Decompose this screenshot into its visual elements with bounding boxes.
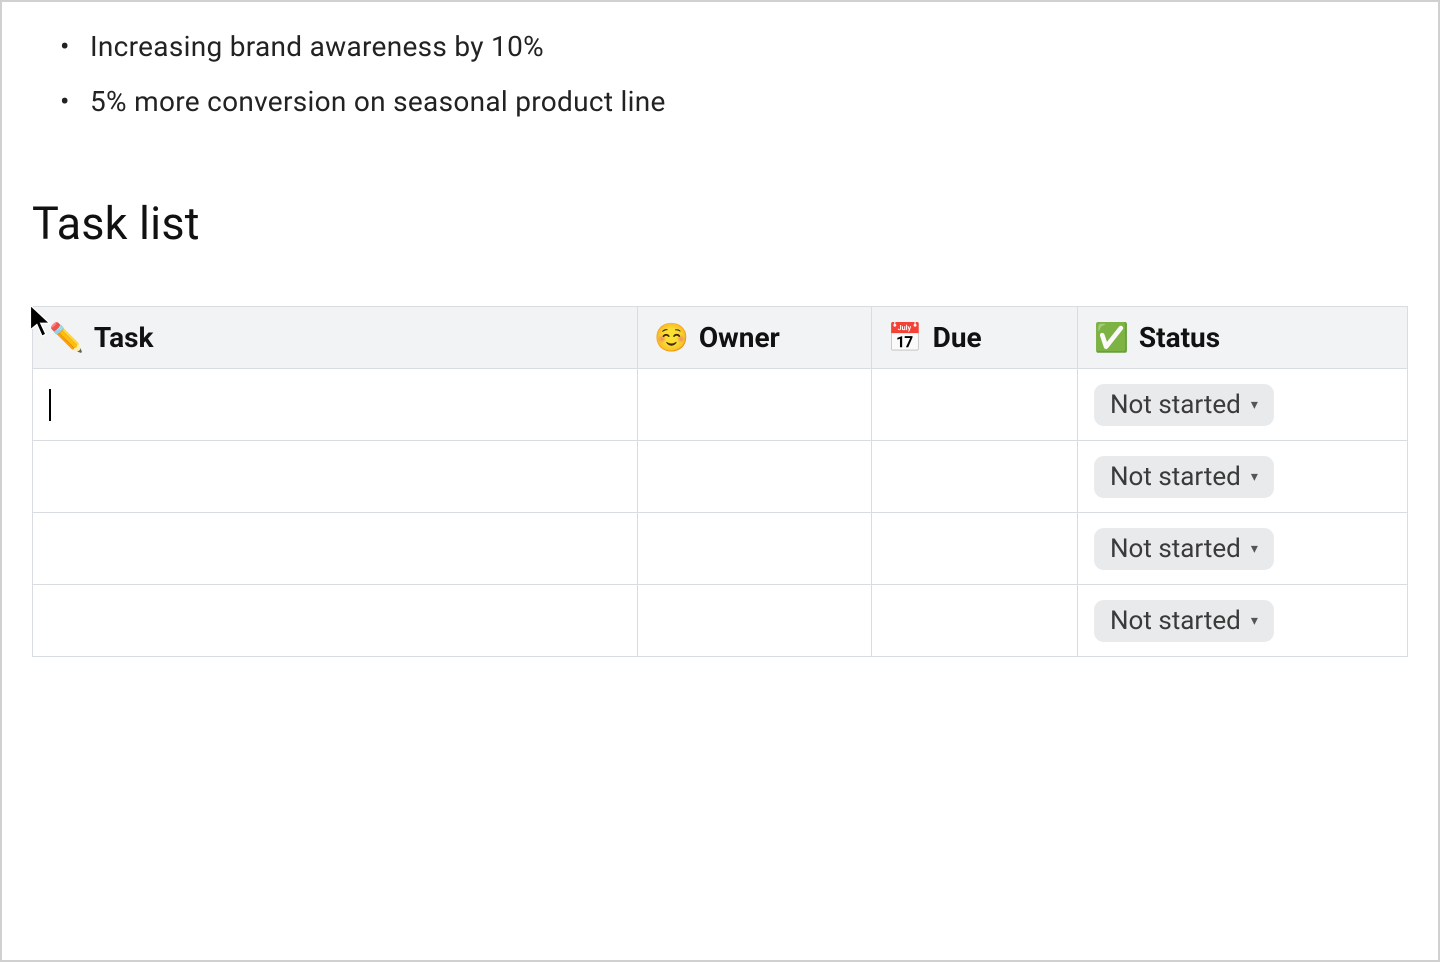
due-cell[interactable] <box>871 369 1077 441</box>
chevron-down-icon: ▾ <box>1251 613 1258 629</box>
goal-bullet-list[interactable]: Increasing brand awareness by 10%5% more… <box>60 20 1408 129</box>
table-row: Not started ▾ <box>33 513 1408 585</box>
col-header-owner: ☺️ Owner <box>638 307 872 369</box>
checkmark-icon: ✅ <box>1094 321 1129 354</box>
pencil-icon: ✏️ <box>49 321 84 354</box>
section-title-task-list: Task list <box>32 197 1408 250</box>
col-header-task: ✏️ Task <box>33 307 638 369</box>
owner-cell[interactable] <box>638 585 872 657</box>
col-header-due: 📅 Due <box>871 307 1077 369</box>
chevron-down-icon: ▾ <box>1251 469 1258 485</box>
col-header-due-label: Due <box>933 321 982 354</box>
col-header-status-label: Status <box>1139 321 1220 354</box>
status-cell: Not started ▾ <box>1078 441 1408 513</box>
task-table: ✏️ Task ☺️ Owner 📅 Due <box>32 306 1408 657</box>
task-cell[interactable] <box>33 441 638 513</box>
due-cell[interactable] <box>871 441 1077 513</box>
status-dropdown[interactable]: Not started ▾ <box>1094 600 1274 642</box>
due-cell[interactable] <box>871 585 1077 657</box>
status-label: Not started <box>1110 534 1241 564</box>
status-dropdown[interactable]: Not started ▾ <box>1094 384 1274 426</box>
goal-bullet-item[interactable]: 5% more conversion on seasonal product l… <box>60 75 1408 130</box>
table-row: Not started ▾ <box>33 369 1408 441</box>
status-label: Not started <box>1110 606 1241 636</box>
col-header-owner-label: Owner <box>699 321 780 354</box>
calendar-icon: 📅 <box>888 321 923 354</box>
owner-cell[interactable] <box>638 369 872 441</box>
status-cell: Not started ▾ <box>1078 585 1408 657</box>
due-cell[interactable] <box>871 513 1077 585</box>
smile-icon: ☺️ <box>654 321 689 354</box>
chevron-down-icon: ▾ <box>1251 397 1258 413</box>
task-cell[interactable] <box>33 513 638 585</box>
owner-cell[interactable] <box>638 513 872 585</box>
table-row: Not started ▾ <box>33 441 1408 513</box>
task-cell[interactable] <box>33 585 638 657</box>
chevron-down-icon: ▾ <box>1251 541 1258 557</box>
status-label: Not started <box>1110 390 1241 420</box>
status-cell: Not started ▾ <box>1078 513 1408 585</box>
text-cursor <box>49 389 51 421</box>
status-dropdown[interactable]: Not started ▾ <box>1094 456 1274 498</box>
status-cell: Not started ▾ <box>1078 369 1408 441</box>
status-label: Not started <box>1110 462 1241 492</box>
status-dropdown[interactable]: Not started ▾ <box>1094 528 1274 570</box>
col-header-task-label: Task <box>94 321 154 354</box>
task-cell[interactable] <box>33 369 638 441</box>
table-row: Not started ▾ <box>33 585 1408 657</box>
goal-bullet-item[interactable]: Increasing brand awareness by 10% <box>60 20 1408 75</box>
col-header-status: ✅ Status <box>1078 307 1408 369</box>
owner-cell[interactable] <box>638 441 872 513</box>
